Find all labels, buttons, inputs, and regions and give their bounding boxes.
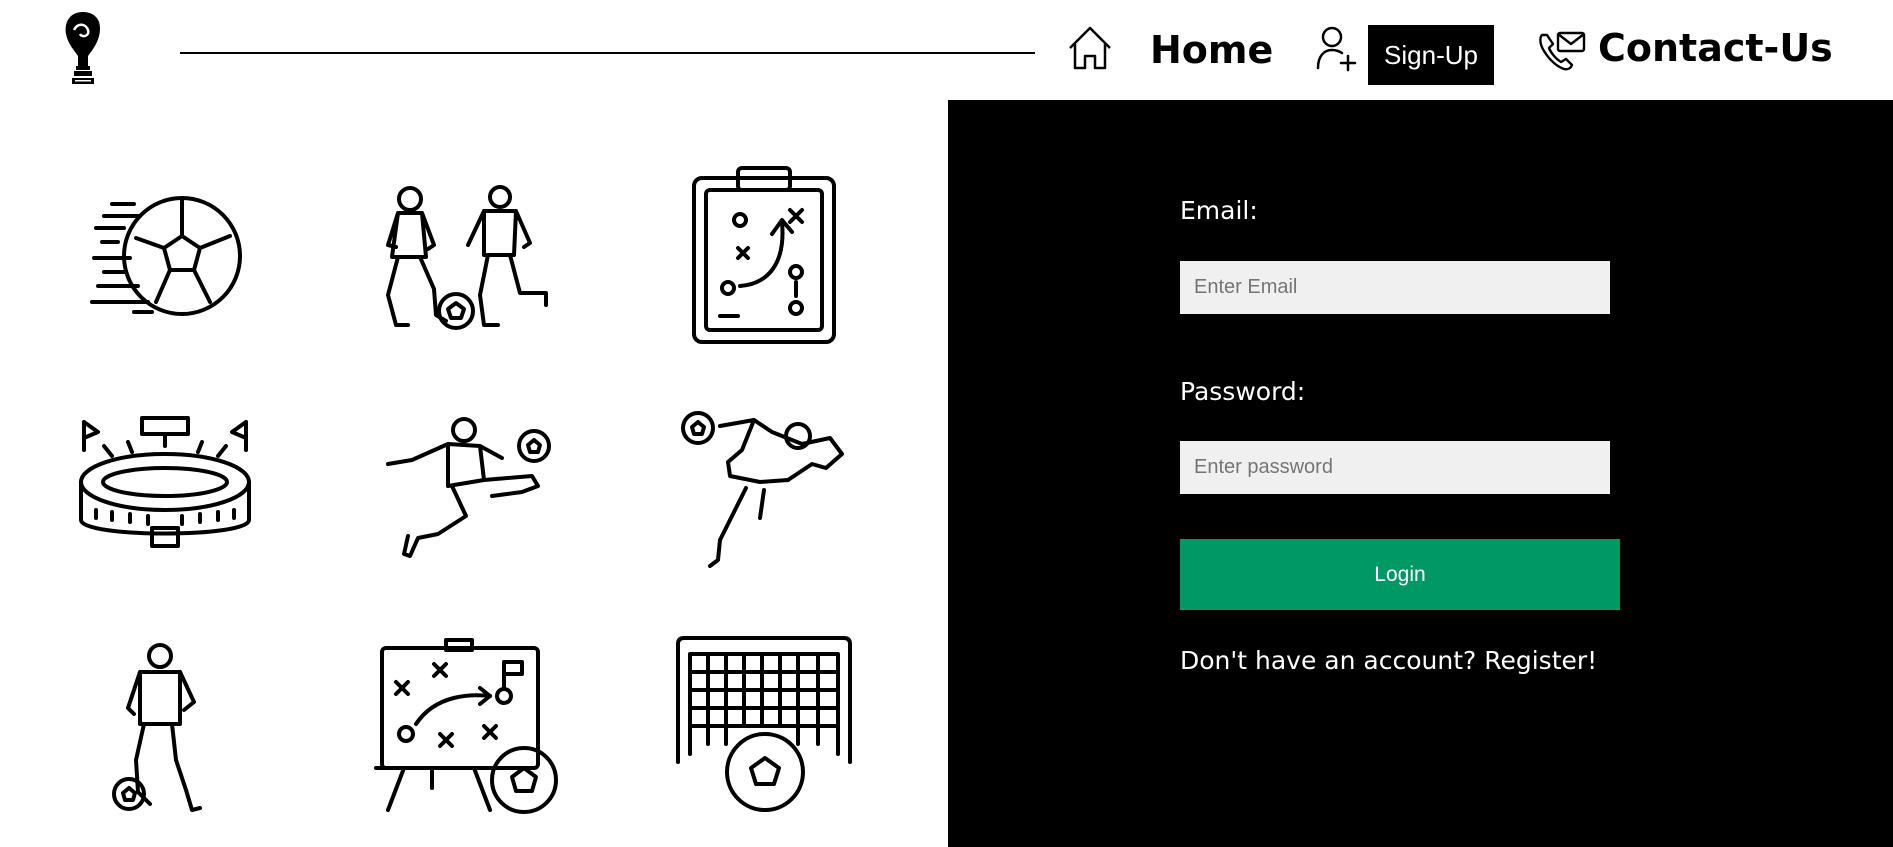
signup-button[interactable]: Sign-Up xyxy=(1368,25,1494,85)
goalkeeper-dive-icon xyxy=(681,411,844,568)
email-input[interactable] xyxy=(1180,261,1610,314)
password-input[interactable] xyxy=(1180,441,1610,494)
register-link[interactable]: Register! xyxy=(1484,646,1597,675)
contact-phone-icon[interactable] xyxy=(1536,27,1588,75)
header-bar: Home Sign-Up Contact-Us xyxy=(0,0,1893,100)
email-label: Email: xyxy=(1180,196,1258,225)
tactics-board-icon xyxy=(374,638,558,814)
two-players-icon xyxy=(386,185,548,330)
kicking-player-icon xyxy=(386,417,551,558)
nav-contact-link[interactable]: Contact-Us xyxy=(1598,26,1833,70)
nav-home-link[interactable]: Home xyxy=(1150,28,1273,72)
register-prompt-text: Don't have an account? xyxy=(1180,646,1485,675)
password-label: Password: xyxy=(1180,377,1306,406)
home-icon[interactable] xyxy=(1066,24,1114,72)
login-panel: Email: Password: Login Don't have an acc… xyxy=(948,100,1893,847)
register-prompt: Don't have an account? Register! xyxy=(1180,646,1597,675)
speeding-ball-icon xyxy=(90,196,242,316)
goal-net-icon xyxy=(676,636,852,812)
dribbling-player-icon xyxy=(112,643,202,812)
login-button[interactable]: Login xyxy=(1180,539,1620,610)
header-divider-line xyxy=(180,52,1035,54)
trophy-logo-icon[interactable] xyxy=(60,8,106,88)
football-icon-grid xyxy=(0,100,948,847)
add-user-icon[interactable] xyxy=(1314,24,1360,72)
tactics-clipboard-icon xyxy=(692,166,836,344)
stadium-icon xyxy=(79,416,251,548)
